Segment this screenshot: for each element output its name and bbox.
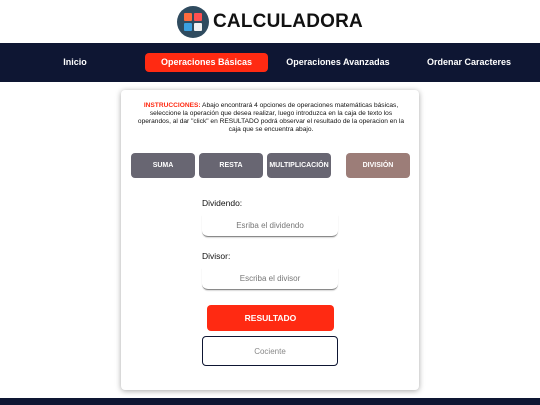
division-button[interactable]: DIVISIÓN: [346, 153, 410, 178]
app-title: CALCULADORA: [213, 11, 363, 32]
nav-item-inicio[interactable]: Inicio: [44, 53, 106, 72]
suma-button[interactable]: SUMA: [131, 153, 195, 178]
logo-key-times: [194, 23, 203, 31]
dividend-label: Dividendo:: [202, 198, 243, 208]
logo-key-minus: [194, 13, 203, 21]
resta-button[interactable]: RESTA: [199, 153, 263, 178]
calculator-card: INSTRUCCIONES: Abajo encontrará 4 opcion…: [121, 90, 419, 390]
main-nav: Inicio Operaciones Básicas Operaciones A…: [0, 43, 540, 82]
page: CALCULADORA Inicio Operaciones Básicas O…: [0, 0, 540, 405]
instructions: INSTRUCCIONES: Abajo encontrará 4 opcion…: [135, 102, 407, 134]
divisor-input[interactable]: [202, 268, 338, 290]
nav-item-ordenar-caracteres[interactable]: Ordenar Caracteres: [418, 53, 520, 72]
logo-keypad: [184, 13, 203, 31]
quotient-output[interactable]: [202, 336, 338, 366]
calculator-icon: [177, 6, 210, 38]
divisor-label: Divisor:: [202, 251, 231, 261]
nav-item-operaciones-avanzadas[interactable]: Operaciones Avanzadas: [282, 53, 394, 72]
nav-item-operaciones-basicas[interactable]: Operaciones Básicas: [145, 53, 268, 72]
resultado-button[interactable]: RESULTADO: [207, 305, 334, 331]
multiplicacion-button[interactable]: MULTIPLICACIÓN: [267, 153, 331, 178]
logo-key-plus: [184, 13, 193, 21]
footer-bar: [0, 398, 540, 405]
header: CALCULADORA: [0, 3, 540, 41]
dividend-input[interactable]: [202, 215, 338, 237]
logo-key-divide: [184, 23, 193, 31]
instructions-label: INSTRUCCIONES:: [143, 102, 201, 109]
